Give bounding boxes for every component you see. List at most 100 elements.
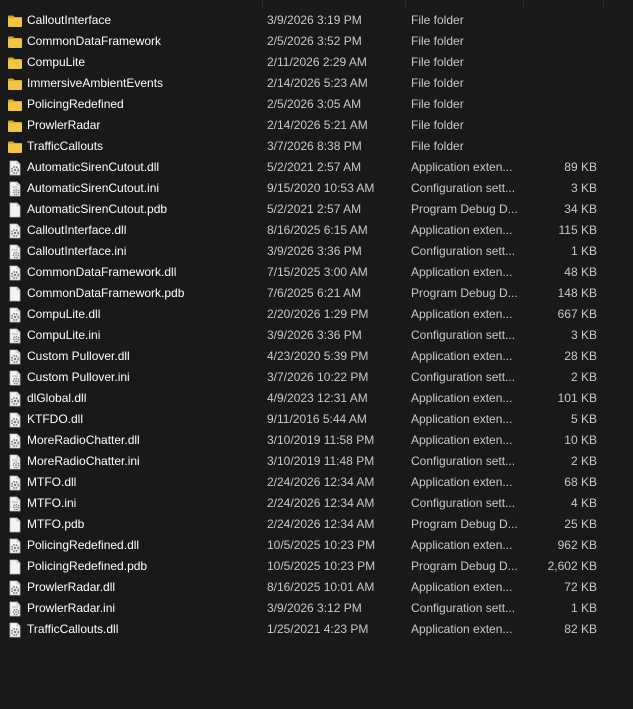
file-row[interactable]: CommonDataFramework.pdb 7/6/2025 6:21 AM…: [0, 283, 633, 304]
file-size: 5 KB: [570, 412, 597, 426]
file-name[interactable]: PolicingRedefined: [27, 94, 259, 115]
file-date-modified: 10/5/2025 10:23 PM: [267, 559, 376, 573]
file-size: 25 KB: [564, 517, 597, 531]
file-name[interactable]: CompuLite: [27, 52, 259, 73]
file-row[interactable]: ProwlerRadar.ini 3/9/2026 3:12 PM Config…: [0, 598, 633, 619]
file-name[interactable]: ImmersiveAmbientEvents: [27, 73, 259, 94]
file-type: Application exten...: [411, 538, 513, 552]
file-row[interactable]: AutomaticSirenCutout.pdb 5/2/2021 2:57 A…: [0, 199, 633, 220]
file-name[interactable]: MoreRadioChatter.ini: [27, 451, 259, 472]
file-size: 4 KB: [570, 496, 597, 510]
file-type: Application exten...: [411, 265, 513, 279]
file-name[interactable]: PolicingRedefined.dll: [27, 535, 259, 556]
file-name[interactable]: KTFDO.dll: [27, 409, 259, 430]
file-type: Configuration sett...: [411, 370, 516, 384]
file-name[interactable]: ProwlerRadar: [27, 115, 259, 136]
file-name[interactable]: AutomaticSirenCutout.pdb: [27, 199, 259, 220]
file-row[interactable]: ImmersiveAmbientEvents 2/14/2026 5:23 AM…: [0, 73, 633, 94]
file-row[interactable]: CompuLite.ini 3/9/2026 3:36 PM Configura…: [0, 325, 633, 346]
file-name[interactable]: CompuLite.ini: [27, 325, 259, 346]
file-row[interactable]: CalloutInterface.ini 3/9/2026 3:36 PM Co…: [0, 241, 633, 262]
column-divider[interactable]: [523, 0, 524, 8]
file-rows: CalloutInterface 3/9/2026 3:19 PM File f…: [0, 10, 633, 640]
folder-icon: [7, 34, 23, 50]
ini-file-icon: [7, 181, 23, 197]
folder-icon: [7, 118, 23, 134]
file-row[interactable]: AutomaticSirenCutout.dll 5/2/2021 2:57 A…: [0, 157, 633, 178]
file-row[interactable]: TrafficCallouts.dll 1/25/2021 4:23 PM Ap…: [0, 619, 633, 640]
file-name[interactable]: CalloutInterface.dll: [27, 220, 259, 241]
file-name[interactable]: MTFO.pdb: [27, 514, 259, 535]
file-name[interactable]: AutomaticSirenCutout.dll: [27, 157, 259, 178]
file-name[interactable]: CompuLite.dll: [27, 304, 259, 325]
folder-icon: [7, 97, 23, 113]
file-size: 68 KB: [564, 475, 597, 489]
file-date-modified: 3/9/2026 3:36 PM: [267, 328, 362, 342]
file-type: Application exten...: [411, 349, 513, 363]
file-row[interactable]: PolicingRedefined 2/5/2026 3:05 AM File …: [0, 94, 633, 115]
column-divider[interactable]: [603, 0, 604, 8]
file-name[interactable]: Custom Pullover.ini: [27, 367, 259, 388]
file-name[interactable]: TrafficCallouts.dll: [27, 619, 259, 640]
file-name[interactable]: Custom Pullover.dll: [27, 346, 259, 367]
file-row[interactable]: TrafficCallouts 3/7/2026 8:38 PM File fo…: [0, 136, 633, 157]
file-size: 2 KB: [570, 454, 597, 468]
file-row[interactable]: dlGlobal.dll 4/9/2023 12:31 AM Applicati…: [0, 388, 633, 409]
file-name[interactable]: dlGlobal.dll: [27, 388, 259, 409]
file-row[interactable]: MoreRadioChatter.ini 3/10/2019 11:48 PM …: [0, 451, 633, 472]
file-date-modified: 4/23/2020 5:39 PM: [267, 349, 369, 363]
file-date-modified: 4/9/2023 12:31 AM: [267, 391, 368, 405]
file-date-modified: 2/24/2026 12:34 AM: [267, 496, 375, 510]
dll-file-icon: [7, 391, 23, 407]
file-row[interactable]: CompuLite.dll 2/20/2026 1:29 PM Applicat…: [0, 304, 633, 325]
file-date-modified: 9/11/2016 5:44 AM: [267, 412, 367, 426]
file-row[interactable]: PolicingRedefined.dll 10/5/2025 10:23 PM…: [0, 535, 633, 556]
file-date-modified: 3/10/2019 11:58 PM: [267, 433, 375, 447]
file-row[interactable]: ProwlerRadar.dll 8/16/2025 10:01 AM Appl…: [0, 577, 633, 598]
file-name[interactable]: AutomaticSirenCutout.ini: [27, 178, 259, 199]
file-row[interactable]: ProwlerRadar 2/14/2026 5:21 AM File fold…: [0, 115, 633, 136]
file-row[interactable]: PolicingRedefined.pdb 10/5/2025 10:23 PM…: [0, 556, 633, 577]
file-row[interactable]: CommonDataFramework.dll 7/15/2025 3:00 A…: [0, 262, 633, 283]
file-row[interactable]: MoreRadioChatter.dll 3/10/2019 11:58 PM …: [0, 430, 633, 451]
file-type: Program Debug D...: [411, 202, 518, 216]
file-row[interactable]: Custom Pullover.ini 3/7/2026 10:22 PM Co…: [0, 367, 633, 388]
file-name[interactable]: ProwlerRadar.dll: [27, 577, 259, 598]
file-name[interactable]: CommonDataFramework.pdb: [27, 283, 259, 304]
file-date-modified: 2/11/2026 2:29 AM: [267, 55, 367, 69]
dll-file-icon: [7, 160, 23, 176]
dll-file-icon: [7, 580, 23, 596]
file-type: Application exten...: [411, 622, 513, 636]
file-row[interactable]: CalloutInterface 3/9/2026 3:19 PM File f…: [0, 10, 633, 31]
file-name[interactable]: CalloutInterface: [27, 10, 259, 31]
file-name[interactable]: PolicingRedefined.pdb: [27, 556, 259, 577]
file-type: Program Debug D...: [411, 559, 518, 573]
dll-file-icon: [7, 349, 23, 365]
file-name[interactable]: ProwlerRadar.ini: [27, 598, 259, 619]
file-size: [522, 52, 597, 73]
file-row[interactable]: CommonDataFramework 2/5/2026 3:52 PM Fil…: [0, 31, 633, 52]
column-divider[interactable]: [405, 0, 406, 8]
file-name[interactable]: CommonDataFramework: [27, 31, 259, 52]
file-row[interactable]: CompuLite 2/11/2026 2:29 AM File folder: [0, 52, 633, 73]
folder-icon: [7, 76, 23, 92]
file-name[interactable]: MTFO.ini: [27, 493, 259, 514]
file-row[interactable]: AutomaticSirenCutout.ini 9/15/2020 10:53…: [0, 178, 633, 199]
file-name[interactable]: TrafficCallouts: [27, 136, 259, 157]
file-size: 962 KB: [557, 538, 597, 552]
file-row[interactable]: MTFO.ini 2/24/2026 12:34 AM Configuratio…: [0, 493, 633, 514]
file-name[interactable]: MTFO.dll: [27, 472, 259, 493]
file-name[interactable]: CommonDataFramework.dll: [27, 262, 259, 283]
file-type: File folder: [411, 34, 464, 48]
file-row[interactable]: CalloutInterface.dll 8/16/2025 6:15 AM A…: [0, 220, 633, 241]
file-row[interactable]: Custom Pullover.dll 4/23/2020 5:39 PM Ap…: [0, 346, 633, 367]
file-date-modified: 1/25/2021 4:23 PM: [267, 622, 369, 636]
file-row[interactable]: MTFO.pdb 2/24/2026 12:34 AM Program Debu…: [0, 514, 633, 535]
dll-file-icon: [7, 538, 23, 554]
file-date-modified: 2/24/2026 12:34 AM: [267, 517, 375, 531]
file-name[interactable]: MoreRadioChatter.dll: [27, 430, 259, 451]
column-divider[interactable]: [262, 0, 263, 8]
file-row[interactable]: KTFDO.dll 9/11/2016 5:44 AM Application …: [0, 409, 633, 430]
file-name[interactable]: CalloutInterface.ini: [27, 241, 259, 262]
file-row[interactable]: MTFO.dll 2/24/2026 12:34 AM Application …: [0, 472, 633, 493]
